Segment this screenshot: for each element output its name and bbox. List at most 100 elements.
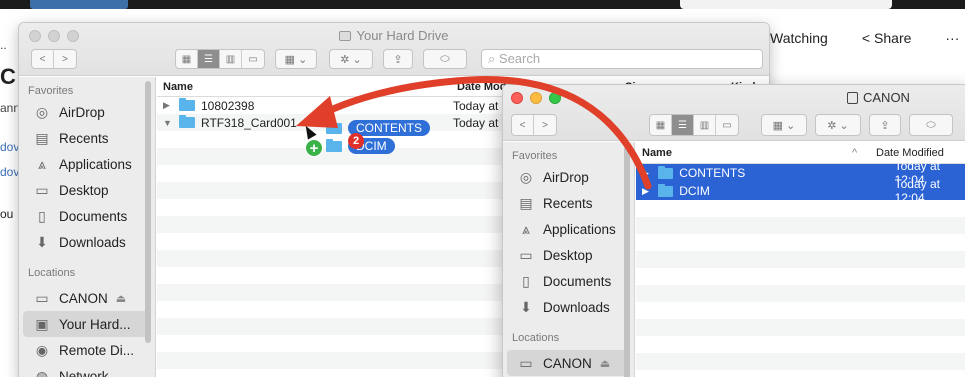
table-row (636, 234, 965, 251)
column-name-header[interactable]: Name (163, 81, 193, 93)
nav-back-forward[interactable]: < > (31, 49, 77, 69)
bg-link-fragment[interactable]: dov (0, 140, 19, 154)
bg-link-fragment[interactable]: dov (0, 165, 19, 179)
sidebar: Favorites ◎ AirDrop ▤ Recents ⩓ Application… (19, 77, 156, 377)
sidebar-item-documents[interactable]: ▯ Documents (19, 203, 155, 229)
back-icon[interactable]: < (512, 115, 534, 135)
recents-icon: ▤ (519, 194, 533, 211)
external-drive-icon: ▭ (35, 289, 49, 306)
top-bar-button[interactable] (30, 0, 128, 9)
share-button[interactable]: Share (874, 30, 911, 46)
forward-icon[interactable]: > (54, 50, 76, 68)
top-bar-search-field[interactable] (680, 0, 892, 9)
gallery-view-icon[interactable]: ▭ (716, 115, 738, 135)
close-button[interactable] (511, 92, 523, 104)
sidebar-item-airdrop[interactable]: ◎ AirDrop (19, 99, 155, 125)
table-row (636, 251, 965, 268)
minimize-button[interactable] (530, 92, 542, 104)
folder-icon (657, 165, 674, 179)
folder-icon (326, 138, 342, 152)
list-view-icon[interactable]: ☰ (672, 115, 694, 135)
folder-icon (657, 183, 674, 197)
icon-view-icon[interactable]: ▦ (176, 50, 198, 68)
sidebar-item-downloads[interactable]: ⬇ Downloads (503, 294, 634, 320)
share-toolbar-button[interactable]: ⇪ (383, 49, 413, 69)
bg-heading-fragment: C (0, 64, 16, 89)
applications-icon: ⩓ (522, 220, 530, 237)
hard-drive-icon: ▣ (35, 315, 49, 332)
table-row (636, 285, 965, 302)
action-button[interactable]: ✲ ⌄ (329, 49, 373, 69)
tags-button[interactable]: ⬭ (423, 49, 467, 69)
icon-view-icon[interactable]: ▦ (650, 115, 672, 135)
group-icon: ▦ ⌄ (772, 119, 796, 132)
sidebar-item-desktop[interactable]: ▭ Desktop (19, 177, 155, 203)
group-button[interactable]: ▦ ⌄ (275, 49, 317, 69)
desktop-icon: ▭ (35, 181, 49, 198)
sidebar-item-recents[interactable]: ▤ Recents (19, 125, 155, 151)
zoom-button[interactable] (549, 92, 561, 104)
external-drive-icon: ▭ (519, 354, 533, 371)
view-mode-segment[interactable]: ▦ ☰ ▥ ▭ (649, 114, 739, 136)
watching-button[interactable]: Watching (770, 30, 828, 46)
share-toolbar-button[interactable]: ⇪ (869, 114, 901, 136)
sidebar-item-your-hard-drive[interactable]: ▣ Your Hard... (23, 311, 151, 337)
sidebar-item-downloads[interactable]: ⬇ Downloads (19, 229, 155, 255)
list-view-icon[interactable]: ☰ (198, 50, 220, 68)
sidebar-item-documents[interactable]: ▯ Documents (503, 268, 634, 294)
action-button[interactable]: ✲ ⌄ (815, 114, 861, 136)
finder-window-canon: CANON < > ▦ ☰ ▥ ▭ ▦ ⌄ ✲ ⌄ ⇪ ⬭ Favorites ◎… (502, 84, 965, 377)
tags-button[interactable]: ⬭ (909, 114, 953, 136)
column-view-icon[interactable]: ▥ (694, 115, 716, 135)
column-date-header[interactable]: Date Modified (876, 147, 944, 159)
airdrop-icon: ◎ (519, 168, 533, 185)
table-row (636, 200, 965, 217)
table-row (636, 302, 965, 319)
hard-drive-icon (339, 31, 352, 41)
sidebar-item-applications[interactable]: ⩓ Applications (19, 151, 155, 177)
desktop-icon: ▭ (519, 246, 533, 263)
sidebar-item-desktop[interactable]: ▭ Desktop (503, 242, 634, 268)
group-button[interactable]: ▦ ⌄ (761, 114, 807, 136)
table-row (636, 268, 965, 285)
nav-back-forward[interactable]: < > (511, 114, 557, 136)
forward-icon[interactable]: > (534, 115, 556, 135)
eject-icon[interactable]: ⏏ (116, 292, 126, 305)
sidebar-item-applications[interactable]: ⩓ Applications (503, 216, 634, 242)
disclosure-triangle-icon[interactable]: ▼ (163, 118, 173, 128)
remote-disc-icon: ◉ (35, 341, 49, 358)
column-name-header[interactable]: Name (642, 147, 672, 159)
sidebar-item-airdrop[interactable]: ◎ AirDrop (503, 164, 634, 190)
sidebar-scrollbar[interactable] (624, 146, 630, 377)
column-view-icon[interactable]: ▥ (220, 50, 242, 68)
table-row (636, 319, 965, 336)
sidebar-item-recents[interactable]: ▤ Recents (503, 190, 634, 216)
more-button[interactable]: ··· (945, 30, 959, 46)
view-mode-segment[interactable]: ▦ ☰ ▥ ▭ (175, 49, 265, 69)
eject-icon[interactable]: ⏏ (600, 357, 610, 370)
search-icon: ⌕ (488, 51, 499, 66)
search-input[interactable]: ⌕ Search (481, 49, 763, 69)
sidebar-favorites-header: Favorites (512, 150, 558, 162)
sidebar-locations-header: Locations (512, 332, 560, 344)
sidebar-item-canon[interactable]: ▭ CANON ⏏ (19, 285, 155, 311)
tag-icon: ⬭ (926, 118, 936, 131)
gallery-view-icon[interactable]: ▭ (242, 50, 264, 68)
table-row[interactable]: ▶ DCIM Today at 12:04 (636, 177, 965, 205)
documents-icon: ▯ (38, 207, 46, 224)
file-list: Name ^ Date Modified ▶ CONTENTS Today at… (636, 142, 965, 377)
sidebar-item-network[interactable]: ◍ Network (19, 363, 155, 377)
sidebar-item-canon[interactable]: ▭ CANON ⏏ (507, 350, 630, 376)
back-icon[interactable]: < (32, 50, 54, 68)
airdrop-icon: ◎ (35, 103, 49, 120)
disclosure-triangle-icon[interactable]: ▶ (642, 186, 652, 197)
window-title: CANON (847, 90, 910, 105)
documents-icon: ▯ (522, 272, 530, 289)
table-row (636, 217, 965, 234)
sidebar-scrollbar[interactable] (145, 81, 151, 343)
sidebar-item-remote-disc[interactable]: ◉ Remote Di... (19, 337, 155, 363)
disclosure-triangle-icon[interactable]: ▶ (642, 168, 652, 179)
sidebar-favorites-header: Favorites (28, 85, 74, 97)
gear-icon: ✲ ⌄ (827, 119, 849, 132)
disclosure-triangle-icon[interactable]: ▶ (163, 100, 173, 111)
